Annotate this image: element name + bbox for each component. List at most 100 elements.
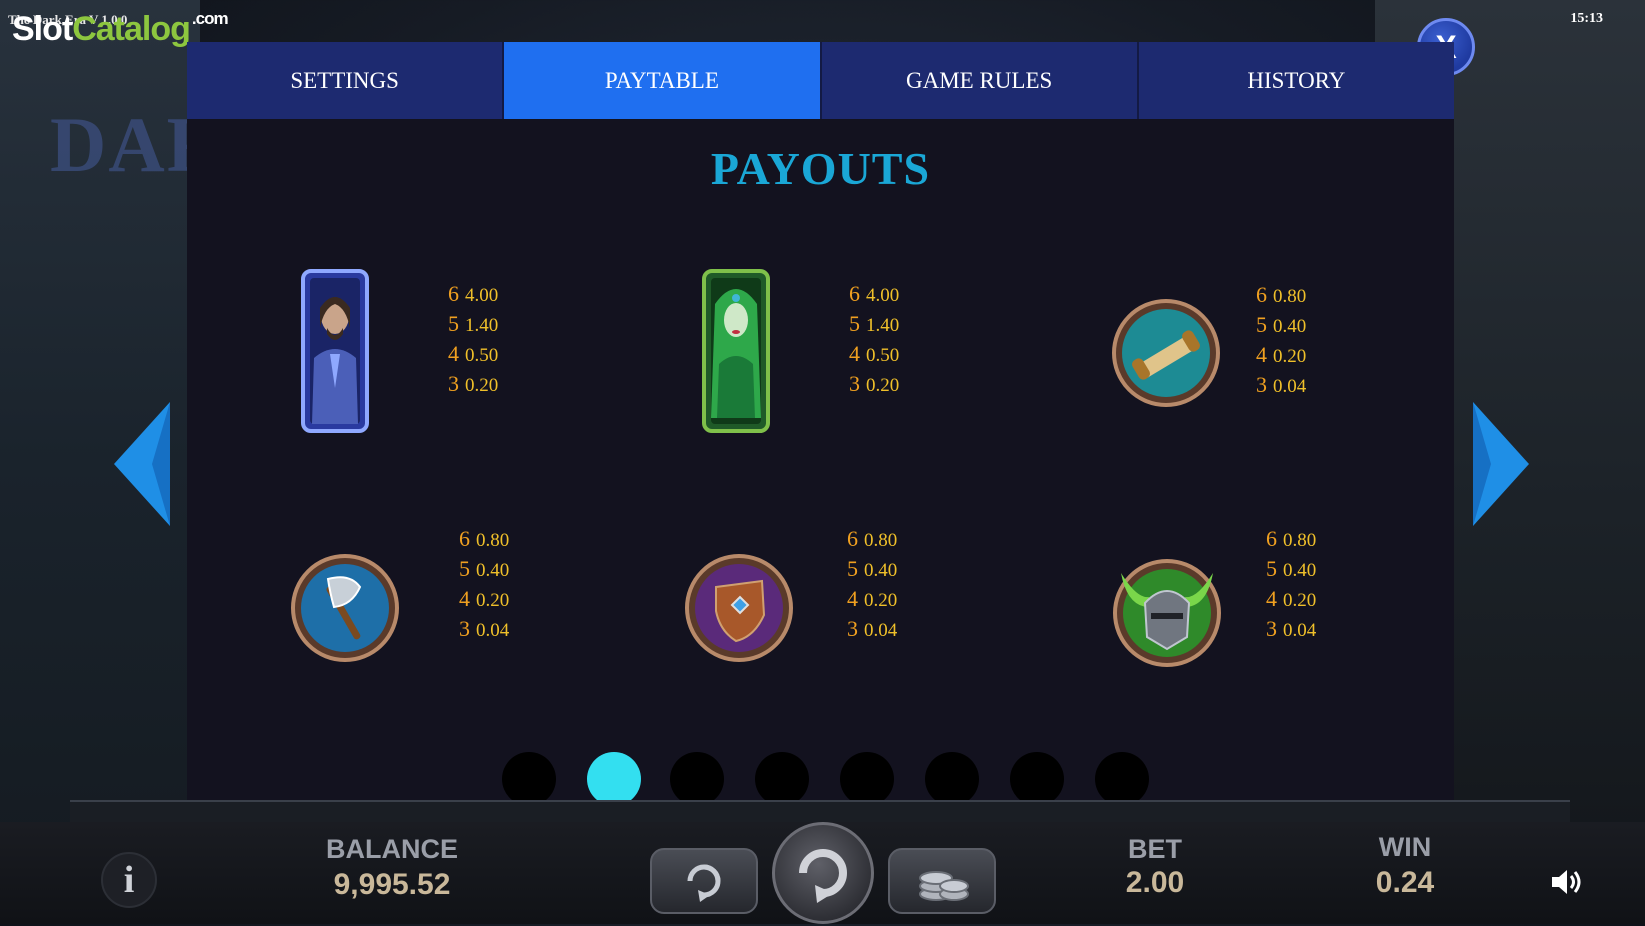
next-page-arrow-icon[interactable]	[1471, 400, 1531, 528]
pay-count: 5	[847, 556, 858, 581]
pay-row: 4 0.20	[459, 584, 509, 614]
pay-count: 3	[459, 616, 470, 641]
paylines-green-sorceress: 6 4.00 5 1.40 4 0.50 3 0.20	[849, 279, 899, 399]
sound-icon[interactable]	[1548, 864, 1584, 900]
bet-coins-button[interactable]	[888, 848, 996, 914]
paylines-axe: 6 0.80 5 0.40 4 0.20 3 0.04	[459, 524, 509, 644]
page-dot-2[interactable]	[587, 752, 641, 806]
axe-icon	[291, 554, 399, 662]
pay-row: 5 0.40	[1256, 310, 1306, 340]
paylines-horned-helmet: 6 0.80 5 0.40 4 0.20 3 0.04	[1266, 524, 1316, 644]
horned-helmet-icon	[1113, 559, 1221, 667]
pay-count: 6	[1266, 526, 1277, 551]
paylines-shield: 6 0.80 5 0.40 4 0.20 3 0.04	[847, 524, 897, 644]
pay-count: 5	[849, 311, 860, 336]
watermark-part2: Catalog	[72, 10, 191, 48]
pay-count: 3	[1256, 372, 1267, 397]
pay-row: 3 0.20	[448, 369, 498, 399]
pay-row: 4 0.20	[847, 584, 897, 614]
pay-row: 5 1.40	[448, 309, 498, 339]
pay-count: 4	[1266, 586, 1277, 611]
pay-count: 4	[847, 586, 858, 611]
pay-value: 0.04	[1283, 620, 1317, 641]
pay-value: 0.20	[476, 590, 510, 611]
pay-value: 0.50	[465, 345, 499, 366]
page-dot-6[interactable]	[925, 752, 979, 806]
pay-row: 5 0.40	[1266, 554, 1316, 584]
info-button[interactable]: i	[101, 852, 157, 908]
pay-value: 4.00	[465, 285, 499, 306]
pay-row: 6 4.00	[448, 279, 498, 309]
pay-count: 5	[1266, 556, 1277, 581]
pay-row: 6 0.80	[847, 524, 897, 554]
page-dot-1[interactable]	[502, 752, 556, 806]
pay-value: 0.20	[1283, 590, 1317, 611]
pay-value: 0.80	[864, 530, 898, 551]
pay-row: 6 4.00	[849, 279, 899, 309]
bet-value: 2.00	[1125, 866, 1185, 899]
previous-page-arrow-icon[interactable]	[112, 400, 172, 528]
pay-value: 0.20	[864, 590, 898, 611]
coins-icon	[919, 871, 969, 901]
watermark-suffix: .com	[191, 9, 229, 28]
pay-value: 0.40	[1283, 560, 1317, 581]
pay-value: 0.04	[864, 620, 898, 641]
page-dot-5[interactable]	[840, 752, 894, 806]
pay-count: 3	[1266, 616, 1277, 641]
autoplay-button[interactable]	[650, 848, 758, 914]
autoplay-icon	[687, 864, 721, 902]
tab-history[interactable]: HISTORY	[1138, 42, 1454, 119]
pay-count: 6	[459, 526, 470, 551]
pay-value: 0.20	[465, 375, 499, 396]
page-dot-3[interactable]	[670, 752, 724, 806]
pay-count: 4	[849, 341, 860, 366]
page-dot-8[interactable]	[1095, 752, 1149, 806]
pay-count: 3	[448, 371, 459, 396]
pay-count: 6	[849, 281, 860, 306]
scroll-map-icon	[1112, 299, 1220, 407]
pay-value: 0.04	[1273, 376, 1307, 397]
tab-settings[interactable]: SETTINGS	[187, 42, 505, 119]
pay-row: 5 0.40	[459, 554, 509, 584]
pay-value: 4.00	[866, 285, 900, 306]
pay-row: 3 0.04	[1256, 370, 1306, 400]
pay-row: 4 0.50	[849, 339, 899, 369]
paylines-warrior-man: 6 4.00 5 1.40 4 0.50 3 0.20	[448, 279, 498, 399]
pay-value: 0.80	[1283, 530, 1317, 551]
payouts-title: PAYOUTS	[710, 143, 931, 194]
page-dot-7[interactable]	[1010, 752, 1064, 806]
balance-label: BALANCE	[326, 834, 458, 864]
pay-count: 6	[1256, 282, 1267, 307]
pay-count: 4	[448, 341, 459, 366]
pay-row: 6 0.80	[1256, 280, 1306, 310]
pay-row: 4 0.20	[1256, 340, 1306, 370]
pay-count: 3	[847, 616, 858, 641]
shield-icon	[685, 554, 793, 662]
tab-game-rules[interactable]: GAME RULES	[821, 42, 1139, 119]
pay-row: 3 0.04	[847, 614, 897, 644]
page-dot-4[interactable]	[755, 752, 809, 806]
pay-row: 3 0.20	[849, 369, 899, 399]
warrior-man-icon	[301, 269, 369, 433]
paylines-scroll-map: 6 0.80 5 0.40 4 0.20 3 0.04	[1256, 280, 1306, 400]
pay-count: 6	[847, 526, 858, 551]
pay-row: 4 0.20	[1266, 584, 1316, 614]
pay-value: 0.80	[476, 530, 510, 551]
pay-row: 6 0.80	[1266, 524, 1316, 554]
spin-icon	[799, 849, 847, 903]
pay-value: 0.80	[1273, 286, 1307, 307]
tab-paytable[interactable]: PAYTABLE	[504, 42, 822, 119]
pay-count: 6	[448, 281, 459, 306]
bet-label: BET	[1128, 834, 1182, 864]
pay-count: 5	[448, 311, 459, 336]
pay-row: 5 1.40	[849, 309, 899, 339]
spin-button[interactable]	[772, 822, 874, 924]
pay-value: 0.40	[1273, 316, 1307, 337]
watermark-part1: Slot	[12, 10, 73, 48]
win-value: 0.24	[1375, 866, 1435, 899]
pay-value: 0.20	[1273, 346, 1307, 367]
pay-value: 0.04	[476, 620, 510, 641]
pay-count: 5	[459, 556, 470, 581]
pay-value: 1.40	[866, 315, 900, 336]
pay-value: 0.20	[866, 375, 900, 396]
